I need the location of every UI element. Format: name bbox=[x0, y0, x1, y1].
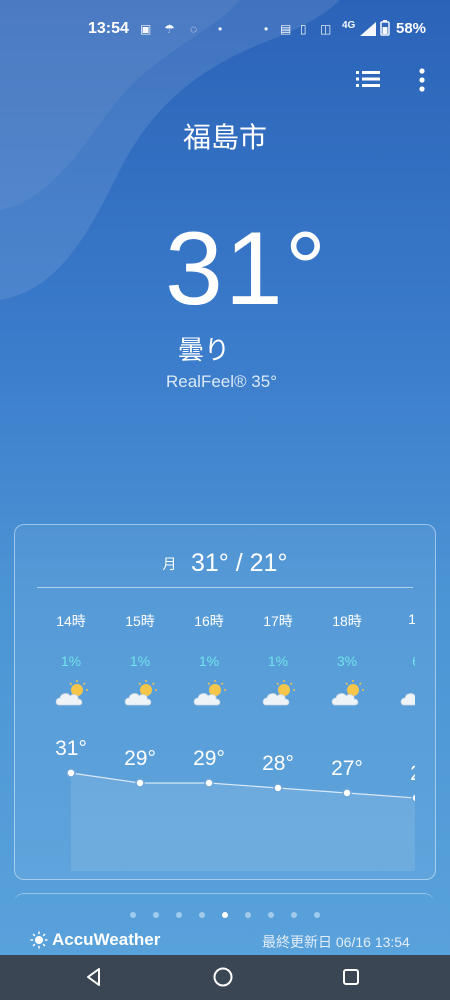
page-dot bbox=[245, 912, 251, 918]
home-button[interactable] bbox=[211, 965, 235, 989]
day-of-week: 月 bbox=[162, 555, 177, 572]
recents-button[interactable] bbox=[339, 965, 363, 989]
vibrate-icon: ▯ bbox=[300, 22, 307, 36]
divider bbox=[37, 587, 413, 588]
page-dot bbox=[314, 912, 320, 918]
accuweather-logo[interactable]: AccuWeather bbox=[30, 930, 160, 950]
notification-dot-icon: • bbox=[218, 22, 223, 36]
hour-label: 19 bbox=[386, 611, 415, 627]
network-type: 4G bbox=[342, 20, 356, 31]
sync-icon: ◌ bbox=[190, 22, 198, 36]
hourly-forecast-card[interactable]: 月 31° / 21° 14時 1% 31° 15時 1% 29° 16時 1% 29° 17時 1… bbox=[14, 524, 436, 880]
signal-icon bbox=[360, 22, 376, 36]
hour-label: 14時 bbox=[56, 613, 86, 629]
hour-label: 18時 bbox=[332, 613, 362, 629]
page-dot bbox=[222, 912, 228, 918]
hour-temperature: 29° bbox=[193, 747, 225, 770]
hour-temperature: 28° bbox=[262, 752, 294, 775]
status-bar: 13:54 ▣ ☂ ◌ • • ▤ ▯ ◫ 4G 58% bbox=[0, 0, 450, 58]
last-updated: 最終更新日 06/16 13:54 bbox=[262, 934, 410, 950]
city-name: 福島市 bbox=[182, 122, 267, 153]
precip-chance: 1% bbox=[198, 653, 220, 669]
page-dot bbox=[130, 912, 136, 918]
high-low-temperature: 31° / 21° bbox=[191, 549, 288, 577]
partly-cloudy-icon bbox=[400, 683, 415, 706]
realfeel-temperature: RealFeel® 35° bbox=[166, 372, 277, 391]
hourly-strip[interactable]: 14時 1% 31° 15時 1% 29° 16時 1% 29° 17時 1% 28° 18時 3% 27°… bbox=[15, 611, 415, 871]
weather-icon: ☂ bbox=[164, 22, 175, 36]
hourly-item[interactable]: 15時 1% 29° bbox=[110, 611, 170, 871]
partly-cloudy-icon bbox=[193, 680, 226, 706]
nfc-icon: ▤ bbox=[280, 22, 292, 36]
volte-icon: ◫ bbox=[320, 22, 332, 36]
locations-list-button[interactable] bbox=[354, 68, 382, 90]
daily-summary: 月 31° / 21° bbox=[15, 549, 435, 578]
hourly-item[interactable]: 14時 1% 31° bbox=[41, 611, 101, 871]
sun-icon bbox=[30, 931, 48, 949]
precip-chance: 1% bbox=[60, 653, 82, 669]
hour-temperature: 31° bbox=[55, 737, 87, 760]
hour-temperature: 29° bbox=[124, 747, 156, 770]
partly-cloudy-icon bbox=[124, 680, 157, 706]
hourly-item[interactable]: 18時 3% 27° bbox=[317, 611, 377, 871]
partly-cloudy-icon bbox=[55, 680, 88, 706]
hourly-item[interactable]: 16時 1% 29° bbox=[179, 611, 239, 871]
page-dot bbox=[291, 912, 297, 918]
system-nav-bar bbox=[0, 955, 450, 1000]
precip-chance: 1% bbox=[129, 653, 151, 669]
page-dot bbox=[199, 912, 205, 918]
hourly-item[interactable]: 17時 1% 28° bbox=[248, 611, 308, 871]
hour-label: 15時 bbox=[125, 613, 155, 629]
precip-chance: 1% bbox=[267, 653, 289, 669]
page-indicator bbox=[0, 912, 450, 924]
page-dot bbox=[176, 912, 182, 918]
battery-level: 58% bbox=[396, 20, 427, 37]
precip-chance: 3% bbox=[336, 653, 358, 669]
page-dot bbox=[153, 912, 159, 918]
precip-chance: 6 bbox=[386, 653, 415, 669]
partly-cloudy-icon bbox=[262, 680, 295, 706]
hour-temperature: 27° bbox=[331, 757, 363, 780]
partly-cloudy-icon bbox=[331, 680, 364, 706]
back-button[interactable] bbox=[82, 965, 106, 989]
gallery-icon: ▣ bbox=[140, 22, 152, 36]
brand-name: AccuWeather bbox=[52, 930, 161, 949]
notification-dot-icon: • bbox=[264, 22, 269, 36]
current-temperature: 31° bbox=[165, 211, 329, 327]
status-time: 13:54 bbox=[88, 20, 129, 37]
hour-label: 16時 bbox=[194, 613, 224, 629]
current-condition: 曇り bbox=[178, 335, 231, 365]
more-options-button[interactable] bbox=[412, 66, 432, 94]
hour-temperature: 2 bbox=[386, 762, 415, 786]
hour-label: 17時 bbox=[263, 613, 293, 629]
next-card-edge bbox=[14, 893, 434, 914]
hourly-item[interactable]: 1962 bbox=[386, 611, 415, 871]
page-dot bbox=[268, 912, 274, 918]
battery-icon bbox=[380, 20, 390, 36]
